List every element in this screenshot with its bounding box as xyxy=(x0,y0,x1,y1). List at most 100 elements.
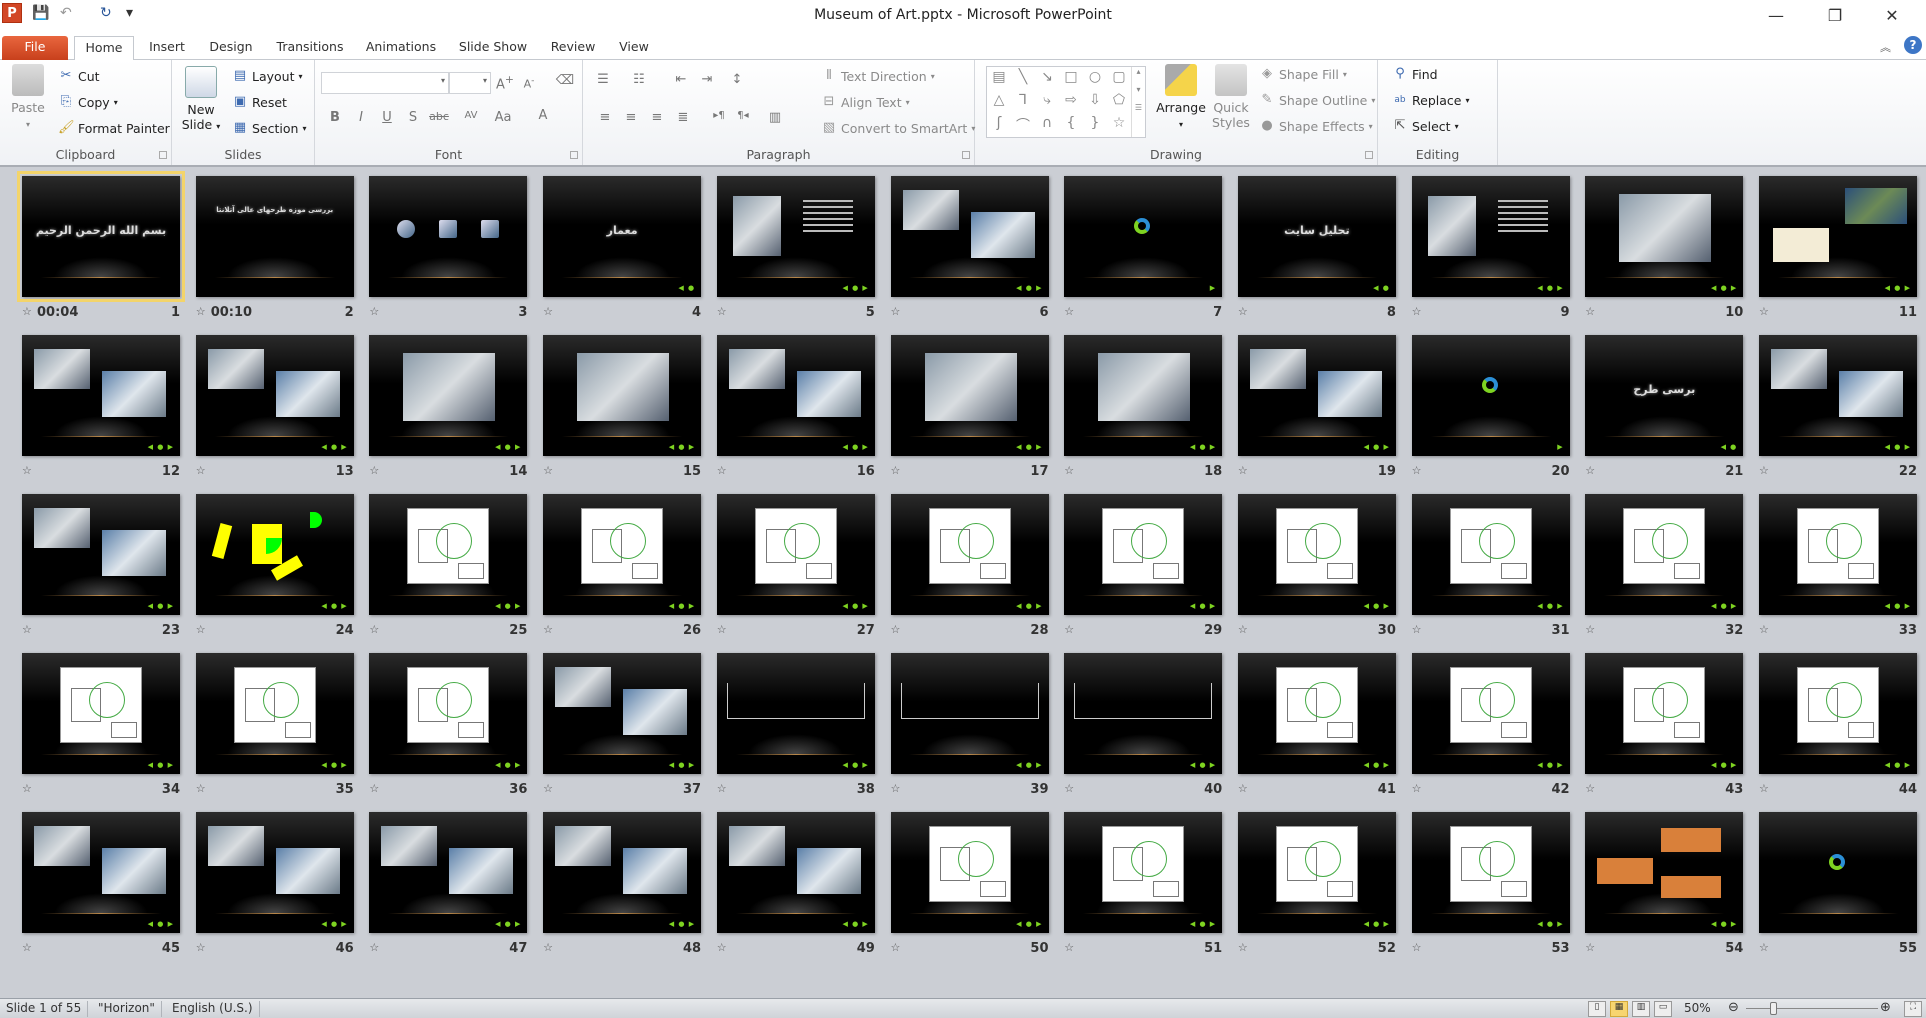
animation-star-icon[interactable]: ☆ xyxy=(369,623,379,636)
format-painter-button[interactable]: 🖌 Format Painter xyxy=(58,120,170,136)
slide-thumbnail[interactable]: ◀ ● ▶ xyxy=(369,653,528,774)
font-name-combo[interactable]: ▾ xyxy=(321,72,449,94)
slide-thumbnail[interactable]: ◀ ● ▶ xyxy=(195,335,354,456)
left-brace-shape-icon[interactable]: { xyxy=(1059,115,1083,131)
down-arrow-shape-icon[interactable]: ⇩ xyxy=(1083,92,1107,108)
slide-thumbnail[interactable]: ◀ ● ▶ xyxy=(1411,812,1570,933)
text-direction-button[interactable]: ⫴ Text Direction ▾ xyxy=(821,68,934,84)
animation-star-icon[interactable]: ☆ xyxy=(543,941,553,954)
animation-star-icon[interactable]: ☆ xyxy=(1412,305,1422,318)
animation-star-icon[interactable]: ☆ xyxy=(1585,464,1595,477)
slide-thumbnail[interactable]: ◀ ● ▶ xyxy=(543,494,702,615)
slide-thumbnail[interactable] xyxy=(369,176,528,297)
animation-star-icon[interactable]: ☆ xyxy=(1064,623,1074,636)
slide-thumbnail[interactable]: ◀ ● ▶ xyxy=(1064,494,1223,615)
animation-star-icon[interactable]: ☆ xyxy=(1759,782,1769,795)
slide-thumbnail[interactable]: معمار ◀ ● xyxy=(543,176,702,297)
slide-thumbnail[interactable]: ◀ ● ▶ xyxy=(369,494,528,615)
slide-show-view-icon[interactable]: ▭ xyxy=(1654,1001,1672,1017)
slide-thumbnail[interactable]: ◀ ● ▶ xyxy=(1064,653,1223,774)
animation-star-icon[interactable]: ☆ xyxy=(196,464,206,477)
animation-star-icon[interactable]: ☆ xyxy=(1759,305,1769,318)
animation-star-icon[interactable]: ☆ xyxy=(543,782,553,795)
animation-star-icon[interactable]: ☆ xyxy=(1238,305,1248,318)
zoom-level[interactable]: 50% xyxy=(1684,1001,1711,1015)
animation-star-icon[interactable]: ☆ xyxy=(891,464,901,477)
animation-star-icon[interactable]: ☆ xyxy=(1759,941,1769,954)
font-launcher[interactable] xyxy=(570,151,578,159)
align-right-icon[interactable]: ≡ xyxy=(647,110,667,125)
columns-icon[interactable]: ▥ xyxy=(765,110,785,125)
slide-thumbnail[interactable]: ◀ ● ▶ xyxy=(890,176,1049,297)
shrink-font-icon[interactable]: A- xyxy=(519,75,539,91)
zoom-slider[interactable] xyxy=(1746,1008,1878,1009)
collapse-ribbon-icon[interactable]: ︽ xyxy=(1880,39,1891,55)
quick-styles-button[interactable]: Quick Styles xyxy=(1209,64,1253,130)
slide-thumbnail[interactable]: ◀ ● ▶ xyxy=(890,653,1049,774)
reset-button[interactable]: ▣ Reset xyxy=(232,94,287,110)
animation-star-icon[interactable]: ☆ xyxy=(369,305,379,318)
shadow-icon[interactable]: S xyxy=(403,110,423,125)
strikethrough-icon[interactable]: abc xyxy=(429,110,449,123)
slide-thumbnail[interactable]: ◀ ● ▶ xyxy=(22,494,180,615)
restore-button[interactable]: ❐ xyxy=(1815,4,1855,28)
slide-sorter-view-icon[interactable]: ▦ xyxy=(1610,1001,1628,1017)
slide-thumbnail[interactable]: ◀ ● ▶ xyxy=(1585,494,1744,615)
slide-thumbnail[interactable]: ◀ ● ▶ xyxy=(1411,494,1570,615)
zoom-out-icon[interactable]: ⊖ xyxy=(1728,1000,1739,1015)
animation-star-icon[interactable]: ☆ xyxy=(1064,305,1074,318)
slide-thumbnail[interactable]: تحلیل سایت ◀ ● xyxy=(1237,176,1396,297)
slide-thumbnail[interactable]: ◀ ● ▶ xyxy=(195,653,354,774)
curve-shape-icon[interactable]: ∩ xyxy=(1035,115,1059,131)
italic-icon[interactable]: I xyxy=(351,110,371,125)
animation-star-icon[interactable]: ☆ xyxy=(1412,782,1422,795)
slide-thumbnail[interactable]: بسم الله الرحمن الرحیم xyxy=(17,171,185,302)
tab-insert[interactable]: Insert xyxy=(142,36,192,60)
zoom-slider-thumb[interactable] xyxy=(1770,1002,1777,1015)
animation-star-icon[interactable]: ☆ xyxy=(1238,941,1248,954)
normal-view-icon[interactable]: ▯ xyxy=(1588,1001,1606,1017)
animation-star-icon[interactable]: ☆ xyxy=(891,941,901,954)
bullets-icon[interactable]: ☰ xyxy=(593,72,613,87)
animation-star-icon[interactable]: ☆ xyxy=(1238,782,1248,795)
triangle-shape-icon[interactable]: △ xyxy=(987,92,1011,108)
elbow-connector-shape-icon[interactable]: ⅂ xyxy=(1011,92,1035,108)
line-spacing-icon[interactable]: ↕ xyxy=(727,72,747,87)
slide-thumbnail[interactable]: ◀ ● ▶ xyxy=(716,812,875,933)
slide-thumbnail[interactable]: ◀ ● ▶ xyxy=(716,494,875,615)
animation-star-icon[interactable]: ☆ xyxy=(1064,464,1074,477)
animation-star-icon[interactable]: ☆ xyxy=(717,782,727,795)
animation-star-icon[interactable]: ☆ xyxy=(369,782,379,795)
drawing-launcher[interactable] xyxy=(1365,151,1373,159)
slide-thumbnail[interactable]: ◀ ● ▶ xyxy=(195,812,354,933)
right-brace-shape-icon[interactable]: } xyxy=(1083,115,1107,131)
animation-star-icon[interactable]: ☆ xyxy=(196,782,206,795)
align-text-button[interactable]: ⊟ Align Text ▾ xyxy=(821,94,910,110)
animation-star-icon[interactable]: ☆ xyxy=(1585,782,1595,795)
tab-view[interactable]: View xyxy=(612,36,656,60)
slide-thumbnail[interactable]: ◀ ● ▶ xyxy=(543,653,702,774)
animation-star-icon[interactable]: ☆ xyxy=(1412,623,1422,636)
rounded-rect-shape-icon[interactable]: ▢ xyxy=(1107,69,1131,85)
slide-thumbnail[interactable]: ◀ ● ▶ xyxy=(369,335,528,456)
animation-star-icon[interactable]: ☆ xyxy=(543,464,553,477)
paragraph-launcher[interactable] xyxy=(962,151,970,159)
zoom-in-icon[interactable]: ⊕ xyxy=(1880,1000,1891,1015)
animation-star-icon[interactable]: ☆ xyxy=(1585,941,1595,954)
rectangle-shape-icon[interactable]: □ xyxy=(1059,69,1083,85)
slide-thumbnail[interactable]: برسی طرح ◀ ● xyxy=(1585,335,1744,456)
align-left-icon[interactable]: ≡ xyxy=(595,110,615,125)
slide-thumbnail[interactable]: ◀ ● ▶ xyxy=(890,494,1049,615)
slide-thumbnail[interactable]: ▶ xyxy=(1064,176,1223,297)
tab-home[interactable]: Home xyxy=(74,36,134,61)
theme-name[interactable]: "Horizon" xyxy=(92,1001,162,1017)
slide-thumbnail[interactable]: ◀ ● ▶ xyxy=(1759,653,1917,774)
animation-star-icon[interactable]: ☆ xyxy=(1064,941,1074,954)
tab-file[interactable]: File xyxy=(2,36,68,60)
tab-review[interactable]: Review xyxy=(546,36,600,60)
elbow-arrow-shape-icon[interactable]: ⤷ xyxy=(1035,92,1059,108)
animation-star-icon[interactable]: ☆ xyxy=(1759,464,1769,477)
slide-thumbnail[interactable]: ◀ ● ▶ xyxy=(1064,812,1223,933)
change-case-icon[interactable]: Aa xyxy=(493,110,513,125)
shape-outline-button[interactable]: ✎ Shape Outline ▾ xyxy=(1259,92,1376,108)
